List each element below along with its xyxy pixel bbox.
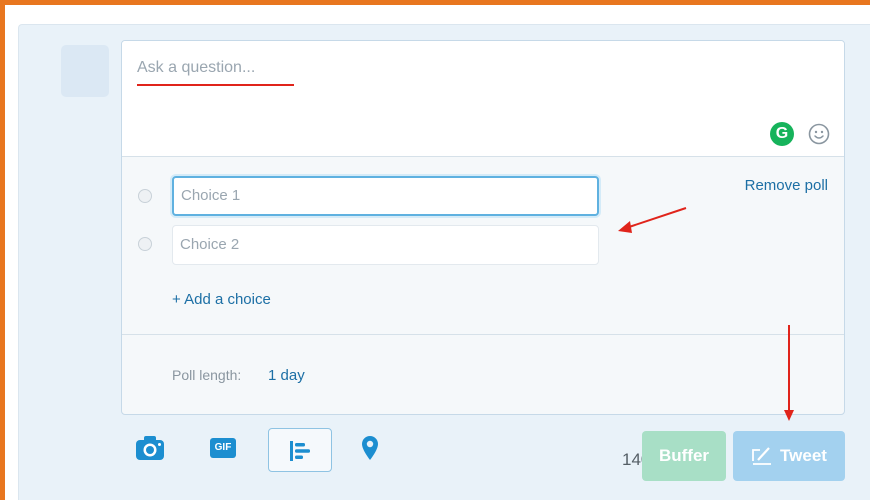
annotation-arrow-tweet bbox=[784, 325, 794, 421]
annotation-arrows bbox=[618, 207, 794, 421]
annotation-arrow-choice bbox=[618, 207, 687, 233]
